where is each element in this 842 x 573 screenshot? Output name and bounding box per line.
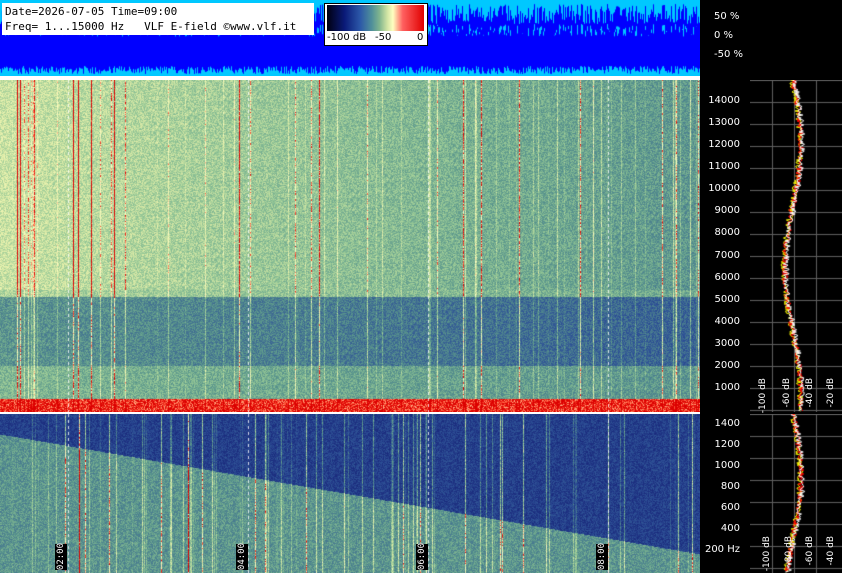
colorbar-label-mid: -50 xyxy=(375,32,392,43)
colorbar-gradient xyxy=(327,5,424,31)
freq-label-3000: 3000 xyxy=(714,338,740,349)
freq-label-1000: 1000 xyxy=(714,382,740,393)
freq-label-8000: 8000 xyxy=(714,227,740,238)
header-info-box: Date=2026-07-05 Time=09:00 Freq= 1...150… xyxy=(2,3,314,35)
db-label-upper-2: -40 dB xyxy=(805,378,815,408)
waveform-scale-0: 0 % xyxy=(714,30,734,41)
freq-label-1400: 1400 xyxy=(714,418,740,429)
time-mark-0800: 08:00 xyxy=(596,543,608,571)
db-label-lower-2: -60 dB xyxy=(805,536,815,566)
freq-label-2000: 2000 xyxy=(714,360,740,371)
db-label-upper-0: -100 dB xyxy=(758,378,768,414)
date-time-label: Date=2026-07-05 Time=09:00 xyxy=(5,5,178,18)
frequency-source-label: Freq= 1...15000 Hz VLF E-field ©www.vlf.… xyxy=(5,20,297,33)
freq-label-12000: 12000 xyxy=(708,139,740,150)
freq-label-7000: 7000 xyxy=(714,250,740,261)
db-label-lower-1: -80 dB xyxy=(784,536,794,566)
time-mark-0600: 06:00 xyxy=(416,543,428,571)
freq-label-9000: 9000 xyxy=(714,205,740,216)
time-mark-0400: 04:00 xyxy=(236,543,248,571)
spectrum-curve-upper xyxy=(750,80,842,412)
freq-label-5000: 5000 xyxy=(714,294,740,305)
db-label-upper-3: -20 dB xyxy=(826,378,836,408)
colorbar-label-max: 0 xyxy=(417,32,424,43)
colorbar-label-min: -100 dB xyxy=(327,32,367,43)
freq-label-10000: 10000 xyxy=(708,183,740,194)
freq-label-4000: 4000 xyxy=(714,316,740,327)
db-label-lower-3: -40 dB xyxy=(826,536,836,566)
freq-label-6000: 6000 xyxy=(714,272,740,283)
freq-label-13000: 13000 xyxy=(708,117,740,128)
freq-label-400: 400 xyxy=(720,523,740,534)
spectrogram-upper xyxy=(0,80,700,412)
waveform-scale-50: 50 % xyxy=(714,11,740,22)
waveform-scale-neg50: -50 % xyxy=(714,49,744,60)
freq-label-800: 800 xyxy=(720,481,740,492)
freq-label-14000: 14000 xyxy=(708,95,740,106)
colorbar-legend: -100 dB -50 0 xyxy=(324,3,428,46)
freq-label-1000-lower: 1000 xyxy=(714,460,740,471)
freq-label-200: 200 Hz xyxy=(704,544,740,555)
freq-label-1200: 1200 xyxy=(714,439,740,450)
time-mark-0200: 02:00 xyxy=(55,543,67,571)
db-label-lower-0: -100 dB xyxy=(762,536,772,572)
freq-label-11000: 11000 xyxy=(708,161,740,172)
db-label-upper-1: -60 dB xyxy=(782,378,792,408)
freq-label-600: 600 xyxy=(720,502,740,513)
spectrogram-lower xyxy=(0,414,700,573)
spectrum-side-panel: 50 % 0 % -50 % 14000 13000 12000 11000 1… xyxy=(700,0,842,573)
vlf-spectrogram-display: Date=2026-07-05 Time=09:00 Freq= 1...150… xyxy=(0,0,842,573)
